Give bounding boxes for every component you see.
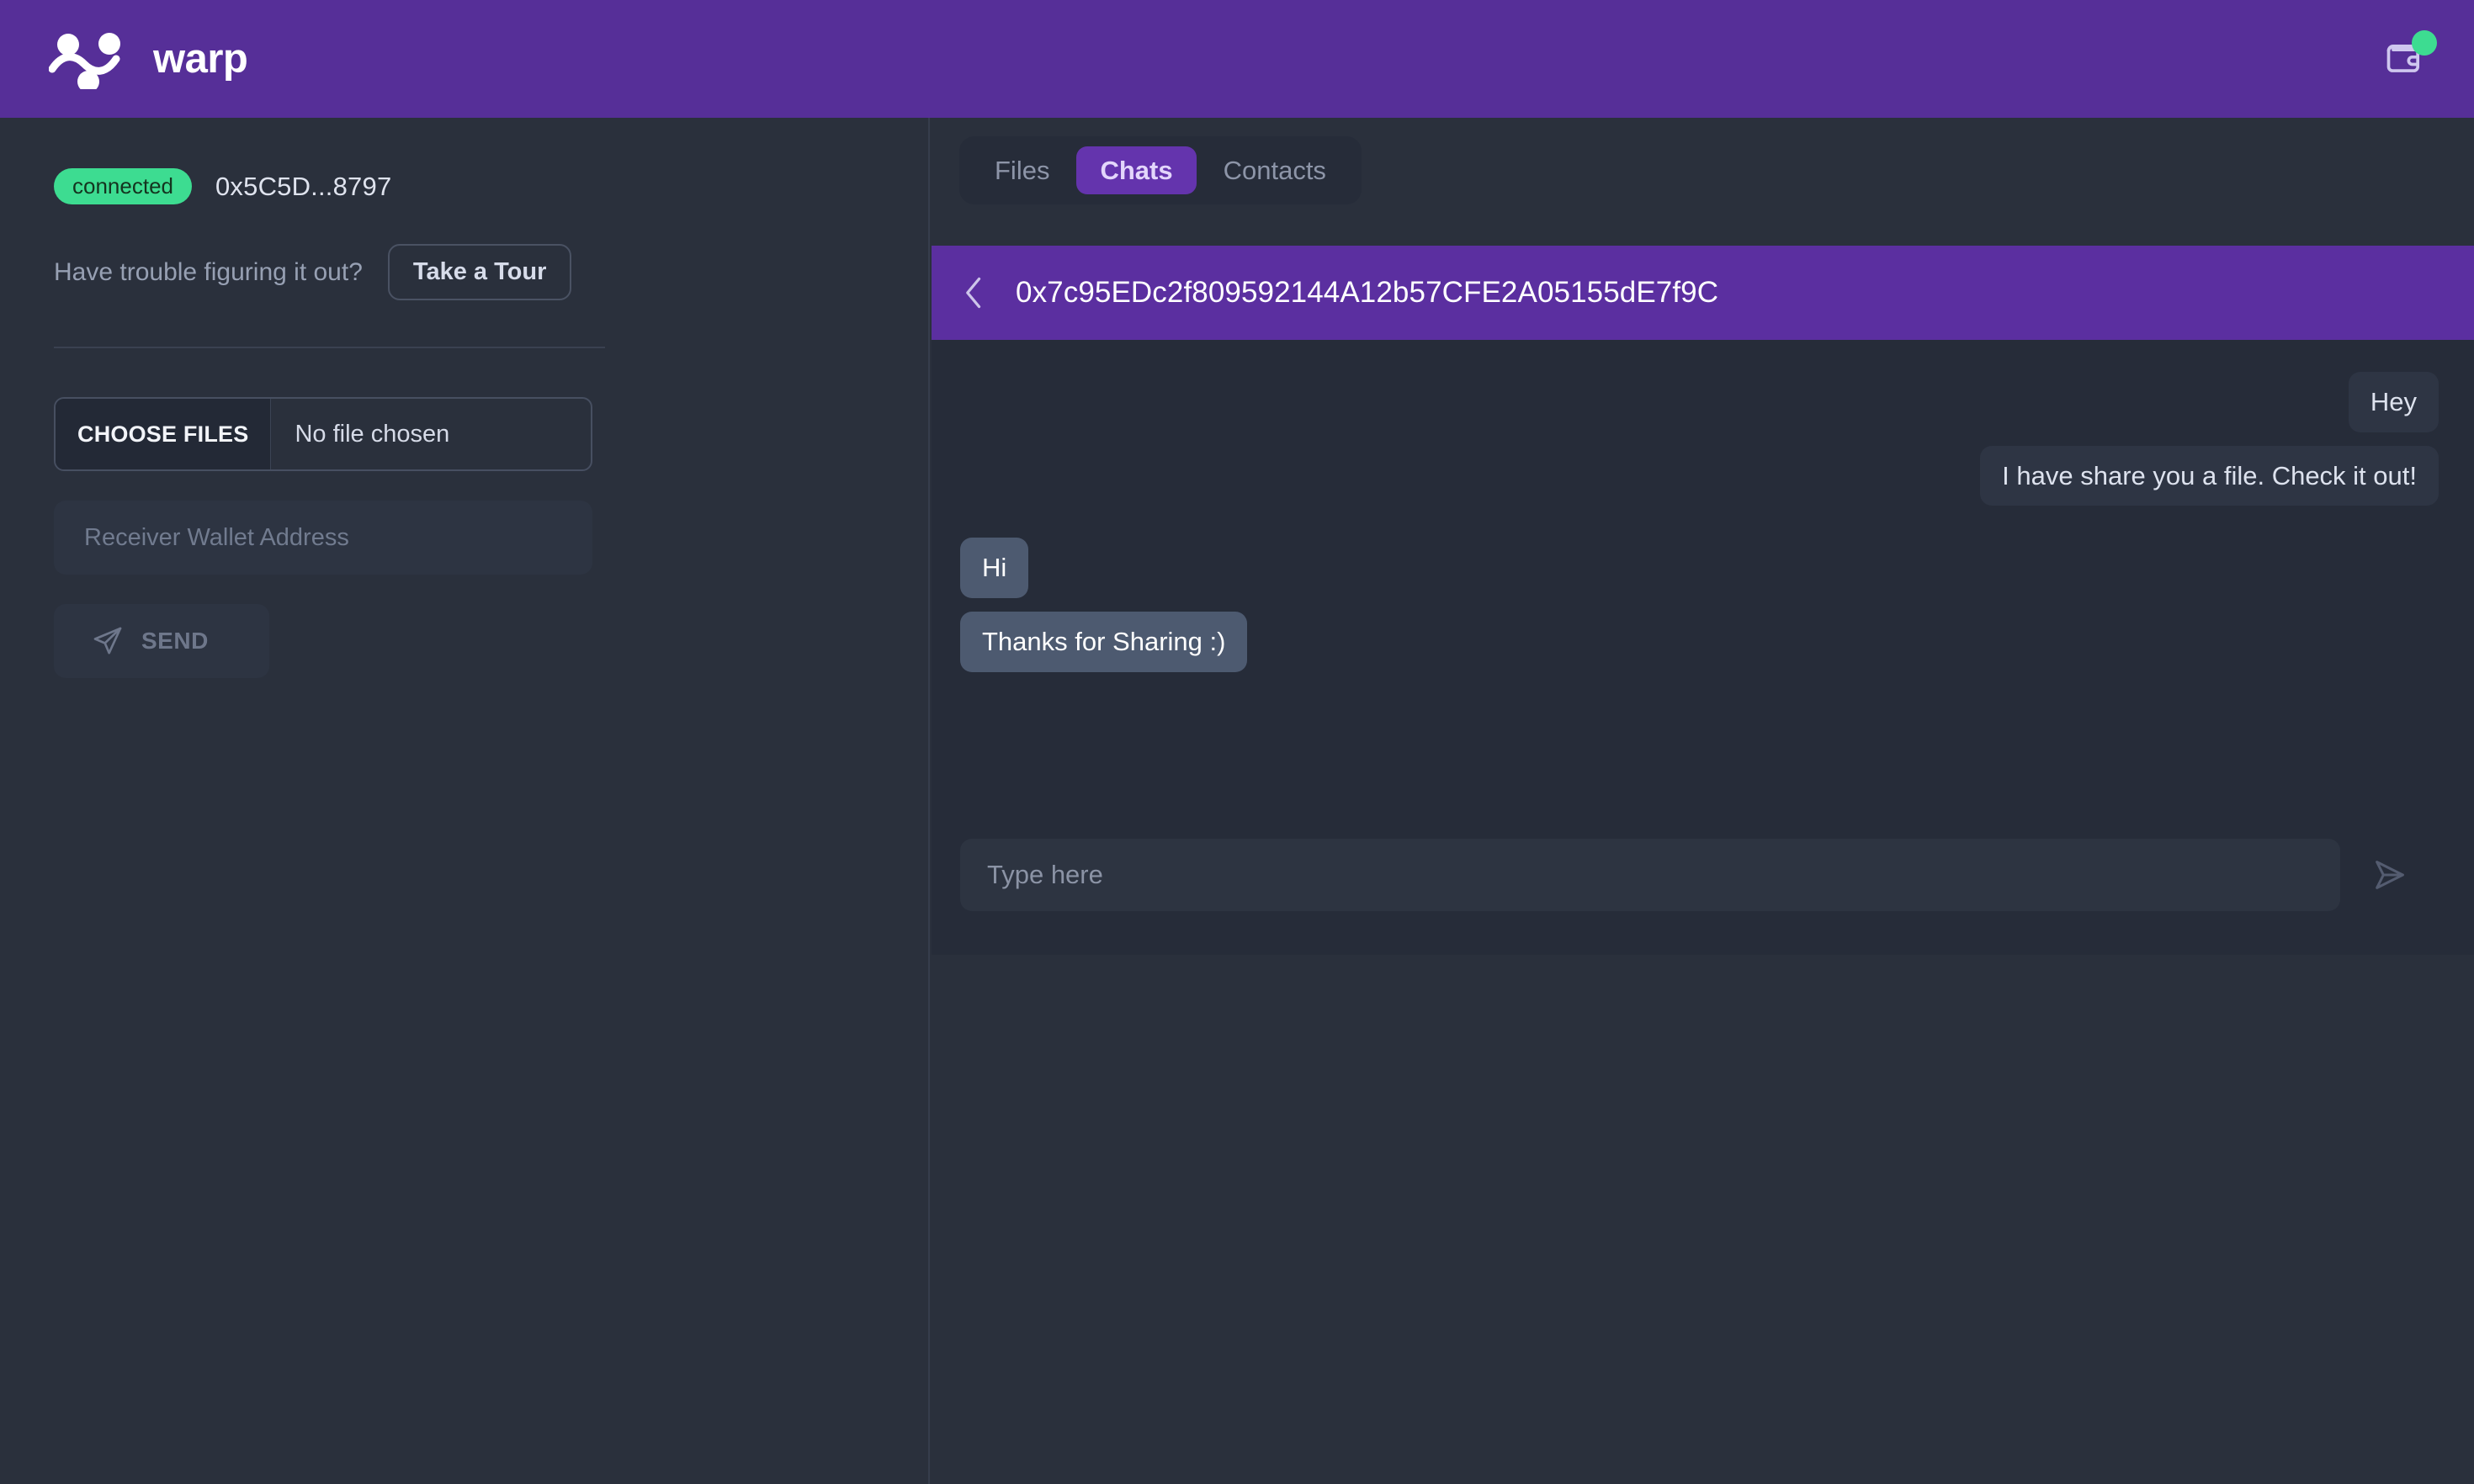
right-panel: Files Chats Contacts 0x7c95EDc2f80959214… [932, 118, 2474, 1484]
message-row: Hey [960, 372, 2439, 432]
app-header: warp [0, 0, 2474, 118]
connection-row: connected 0x5C5D...8797 [54, 168, 874, 204]
message-list: Hey I have share you a file. Check it ou… [932, 340, 2474, 845]
wallet-address: 0x5C5D...8797 [215, 171, 392, 201]
chevron-left-icon[interactable] [960, 274, 989, 311]
message-bubble-outgoing: Hey [2348, 372, 2439, 432]
sidebar-divider [54, 347, 605, 348]
receiver-wallet-address-input[interactable] [54, 501, 592, 575]
file-picker[interactable]: CHOOSE FILES No file chosen [54, 397, 592, 471]
warp-logo-icon [49, 33, 120, 89]
brand-name: warp [153, 35, 248, 82]
tabs-bar: Files Chats Contacts [959, 136, 1362, 204]
message-bubble-incoming: Thanks for Sharing :) [960, 611, 1248, 672]
message-row: Thanks for Sharing :) [960, 611, 2439, 672]
status-badge: connected [54, 168, 192, 204]
wallet-button[interactable] [2373, 27, 2437, 91]
brand: warp [49, 29, 248, 89]
paper-plane-icon [93, 627, 122, 655]
message-bubble-incoming: Hi [960, 538, 1029, 598]
online-dot-icon [2412, 30, 2437, 56]
message-composer [960, 839, 2445, 911]
message-bubble-outgoing: I have share you a file. Check it out! [1980, 445, 2439, 506]
chat-panel: 0x7c95EDc2f809592144A12b57CFE2A05155dE7f… [932, 246, 2474, 955]
message-row: Hi [960, 538, 2439, 598]
send-icon [2376, 861, 2404, 889]
tab-contacts[interactable]: Contacts [1200, 146, 1350, 194]
tour-prompt: Have trouble figuring it out? [54, 257, 363, 286]
page-body: connected 0x5C5D...8797 Have trouble fig… [0, 118, 2474, 1484]
send-message-button[interactable] [2360, 845, 2419, 904]
take-a-tour-button[interactable]: Take a Tour [387, 244, 572, 300]
tour-row: Have trouble figuring it out? Take a Tou… [54, 244, 874, 300]
sidebar: connected 0x5C5D...8797 Have trouble fig… [0, 118, 930, 1484]
message-input[interactable] [960, 839, 2340, 911]
tab-files[interactable]: Files [971, 146, 1073, 194]
send-file-button[interactable]: SEND [54, 604, 269, 678]
file-chosen-label: No file chosen [295, 420, 450, 448]
chat-header: 0x7c95EDc2f809592144A12b57CFE2A05155dE7f… [932, 246, 2474, 340]
message-row: I have share you a file. Check it out! [960, 445, 2439, 506]
send-file-button-label: SEND [141, 628, 209, 654]
chat-peer-address: 0x7c95EDc2f809592144A12b57CFE2A05155dE7f… [1016, 276, 1719, 309]
tab-chats[interactable]: Chats [1076, 146, 1197, 194]
choose-files-button[interactable]: CHOOSE FILES [56, 399, 272, 469]
